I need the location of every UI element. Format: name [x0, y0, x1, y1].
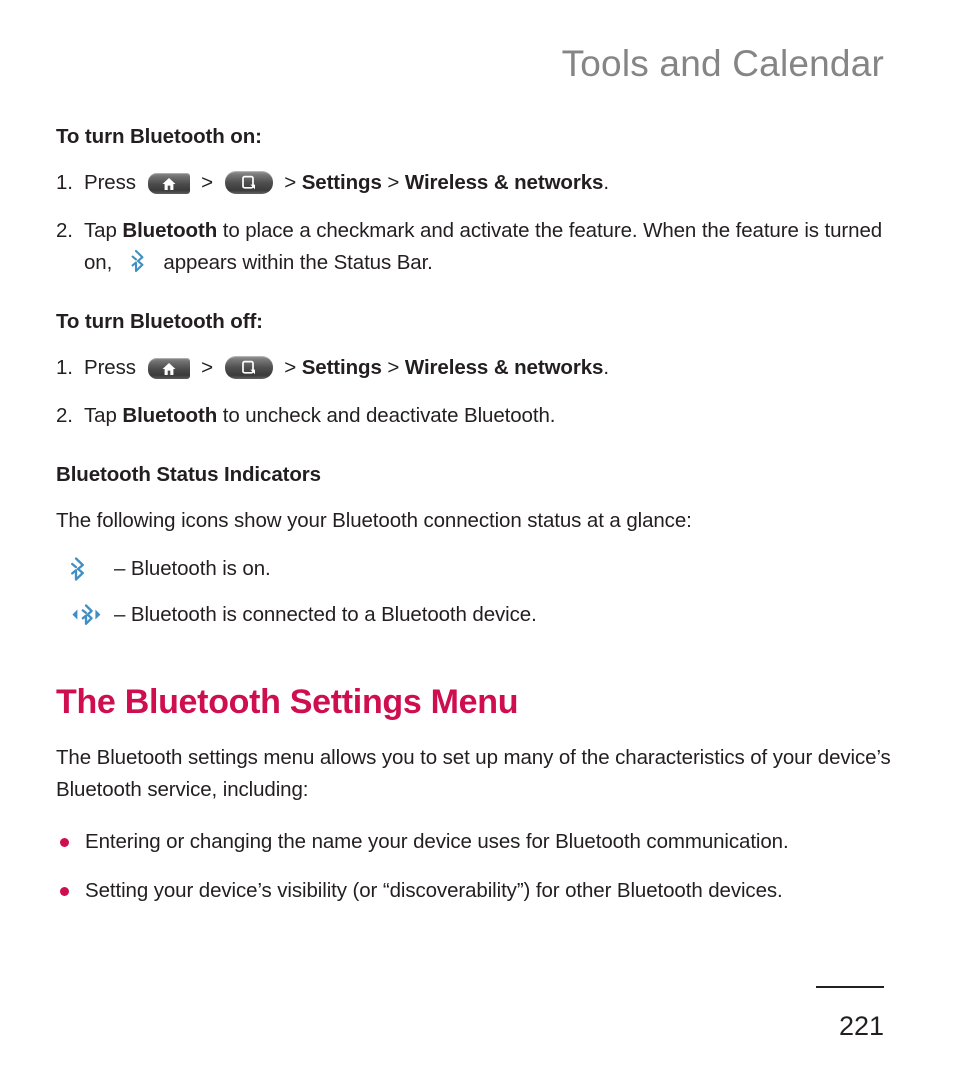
step-turn-on-1: 1. Press > > Settings > Wireless & netwo… — [56, 167, 898, 199]
list-item: Entering or changing the name your devic… — [56, 826, 898, 858]
step-turn-on-2: 2. Tap Bluetooth to place a checkmark an… — [56, 215, 898, 279]
bullet-dot-icon — [60, 838, 69, 847]
step-separator-2: > — [284, 171, 297, 194]
list-item-label: Setting your device’s visibility (or “di… — [85, 879, 783, 902]
step-text-before: Tap — [84, 404, 117, 427]
list-item-label: Entering or changing the name your devic… — [85, 830, 789, 853]
bluetooth-connected-icon — [66, 600, 114, 630]
home-key-icon — [147, 173, 190, 194]
subhead-bluetooth-status-indicators: Bluetooth Status Indicators — [56, 463, 321, 486]
bullet-dot-icon — [60, 887, 69, 896]
step-lead-text: Press — [84, 356, 136, 379]
step-number: 1. — [56, 171, 73, 194]
step-separator-2: > — [284, 356, 297, 379]
bluetooth-term: Bluetooth — [122, 219, 218, 242]
step-separator-3: > — [387, 356, 400, 379]
page-content: To turn Bluetooth on: 1. Press > > Setti… — [56, 124, 898, 907]
running-header-title: Tools and Calendar — [561, 43, 884, 84]
step-turn-off-2: 2. Tap Bluetooth to uncheck and deactiva… — [56, 400, 898, 432]
subhead-turn-bluetooth-on: To turn Bluetooth on: — [56, 125, 262, 148]
manual-page: Tools and Calendar To turn Bluetooth on:… — [0, 0, 954, 1074]
step-separator-1: > — [201, 356, 213, 379]
bluetooth-on-icon — [127, 249, 149, 273]
list-item: – Bluetooth is on. — [56, 554, 898, 584]
wireless-networks-label: Wireless & networks — [404, 356, 604, 379]
step-number: 2. — [56, 404, 73, 427]
list-item-label: – Bluetooth is connected to a Bluetooth … — [114, 603, 537, 626]
step-text-before: Tap — [84, 219, 117, 242]
home-key-icon — [147, 358, 190, 379]
settings-menu-bullet-list: Entering or changing the name your devic… — [56, 826, 898, 907]
step-number: 1. — [56, 356, 73, 379]
status-indicators-intro: The following icons show your Bluetooth … — [56, 509, 692, 532]
step-separator-1: > — [201, 171, 213, 194]
settings-label: Settings — [301, 171, 382, 194]
step-period: . — [603, 171, 609, 194]
step-separator-3: > — [387, 171, 400, 194]
status-indicator-list: – Bluetooth is on. – Bluetooth is connec… — [56, 554, 898, 630]
step-turn-off-1: 1. Press > > Settings > Wireless & netwo… — [56, 352, 898, 384]
bluetooth-term: Bluetooth — [122, 404, 218, 427]
subhead-turn-bluetooth-off: To turn Bluetooth off: — [56, 310, 263, 333]
section-heading-bluetooth-settings-menu: The Bluetooth Settings Menu — [56, 683, 519, 721]
list-item: Setting your device’s visibility (or “di… — [56, 875, 898, 907]
step-lead-text: Press — [84, 171, 136, 194]
list-item-label: – Bluetooth is on. — [114, 557, 271, 580]
step-period: . — [603, 356, 609, 379]
menu-key-icon — [224, 356, 273, 379]
step-text-after: to uncheck and deactivate Bluetooth. — [222, 404, 556, 427]
list-item: – Bluetooth is connected to a Bluetooth … — [56, 600, 898, 630]
bluetooth-on-icon — [66, 554, 114, 584]
settings-label: Settings — [301, 356, 382, 379]
wireless-networks-label: Wireless & networks — [404, 171, 604, 194]
step-number: 2. — [56, 219, 73, 242]
settings-menu-intro: The Bluetooth settings menu allows you t… — [56, 746, 891, 801]
page-number: 221 — [838, 1011, 884, 1041]
step-text-after: appears within the Status Bar. — [163, 251, 433, 274]
menu-key-icon — [224, 171, 273, 194]
footer-divider — [816, 986, 884, 988]
